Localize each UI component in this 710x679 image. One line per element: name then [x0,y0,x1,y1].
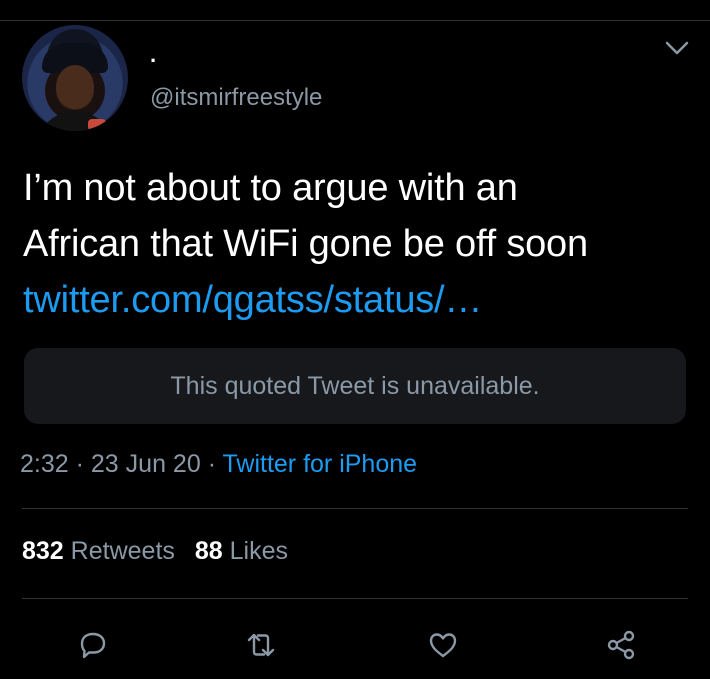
tweet-text: I’m not about to argue with an African t… [23,160,693,328]
top-divider [0,20,710,21]
retweets-label: Retweets [70,537,175,565]
tweet-text-line: African that WiFi gone be off soon [23,223,588,265]
retweets-count: 832 [22,537,64,565]
tweet-text-line: I’m not about to argue with an [23,167,518,209]
user-handle[interactable]: @itsmirfreestyle [150,84,322,112]
avatar-patch [88,119,106,131]
quoted-tweet-box[interactable]: This quoted Tweet is unavailable. [24,348,686,424]
tweet-stats: 832 Retweets 88 Likes [22,537,288,566]
stats-bottom-divider [22,598,688,599]
tweet-meta: 2:32 · 23 Jun 20 · Twitter for iPhone [20,450,417,479]
meta-separator: · [75,450,84,478]
likes-count: 88 [194,537,223,565]
quoted-tweet-unavailable-text: This quoted Tweet is unavailable. [170,371,540,400]
meta-separator: · [207,450,217,478]
likes-stat[interactable]: 88 Likes [195,537,288,565]
tweet-link[interactable]: twitter.com/qgatss/status/… [23,272,693,328]
retweets-stat[interactable]: 832 Retweets [22,537,175,565]
like-icon[interactable] [426,628,460,662]
share-icon[interactable] [604,628,638,662]
stats-top-divider [22,508,688,509]
tweet-date: 23 Jun 20 [90,450,201,478]
tweet-source-link[interactable]: Twitter for iPhone [223,450,418,478]
display-name[interactable]: · [150,48,157,74]
avatar[interactable] [22,25,128,131]
reply-icon[interactable] [76,628,110,662]
chevron-down-icon[interactable] [664,38,690,58]
tweet-time: 2:32 [20,450,69,478]
avatar-face [56,65,94,109]
likes-label: Likes [229,537,289,565]
retweet-icon[interactable] [244,628,278,662]
